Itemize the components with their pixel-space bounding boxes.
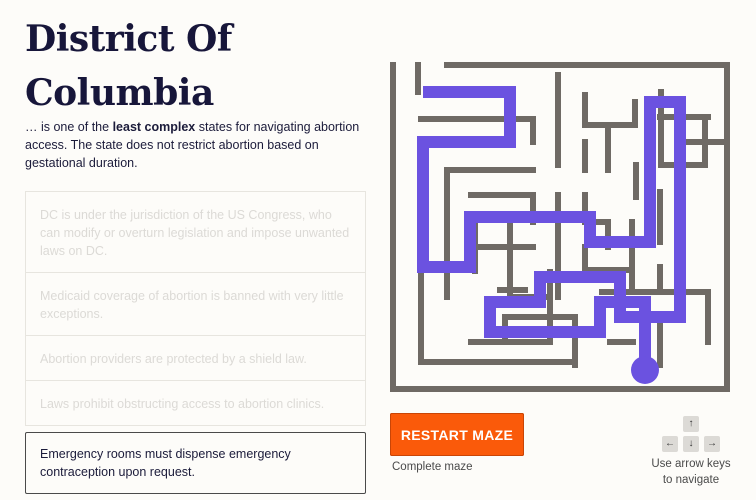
- state-title-line1: District Of: [25, 18, 232, 60]
- state-intro: … is one of the least complex states for…: [25, 118, 370, 172]
- state-title: District Of Columbia: [25, 12, 232, 120]
- fact-item-emergency-contraception: Emergency rooms must dispense emergency …: [25, 432, 366, 494]
- fact-item-medicaid: Medicaid coverage of abortion is banned …: [25, 272, 366, 335]
- intro-bold: least complex: [112, 120, 196, 134]
- maze-status: Complete maze: [392, 461, 473, 473]
- restart-maze-button[interactable]: RESTART MAZE: [390, 413, 524, 456]
- facts-list: DC is under the jurisdiction of the US C…: [25, 191, 366, 494]
- keyboard-help-text: Use arrow keys to navigate: [651, 458, 731, 486]
- intro-prefix: … is one of the: [25, 120, 113, 134]
- arrow-left-key-icon[interactable]: ←: [662, 436, 678, 452]
- arrow-right-key-icon[interactable]: →: [704, 436, 720, 452]
- fact-item-shield-law: Abortion providers are protected by a sh…: [25, 335, 366, 380]
- maze-board[interactable]: [390, 62, 730, 402]
- maze-player-marker: [631, 356, 659, 384]
- state-title-line2: Columbia: [25, 72, 214, 114]
- arrow-down-key-icon[interactable]: ↓: [683, 436, 699, 452]
- arrow-up-key-icon[interactable]: ↑: [683, 416, 699, 432]
- fact-item-clinic-access: Laws prohibit obstructing access to abor…: [25, 380, 366, 426]
- fact-item-jurisdiction: DC is under the jurisdiction of the US C…: [25, 191, 366, 272]
